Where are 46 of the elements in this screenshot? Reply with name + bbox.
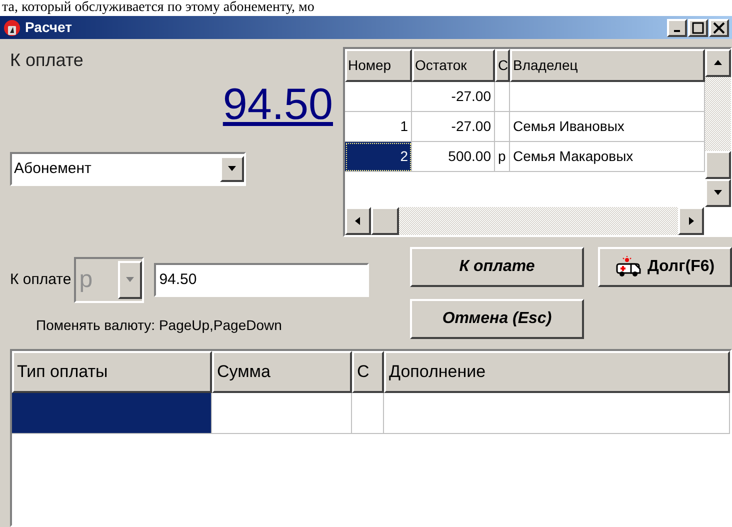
payment-type-dropdown[interactable]: Абонемент [10, 152, 246, 186]
amount-field[interactable]: 94.50 [154, 263, 370, 297]
table-cell [495, 82, 510, 112]
amount-label: К оплате [10, 49, 84, 72]
close-icon [713, 22, 725, 34]
column-header[interactable]: С [352, 351, 384, 393]
document-text: та, который обслуживается по этому абонементу, мо [1, 0, 316, 16]
column-header[interactable]: Остаток [412, 49, 495, 82]
currency-hint: Поменять валюту: PageUp,PageDown [36, 316, 282, 335]
table-cell: 500.00 [412, 142, 495, 172]
arrow-icon [713, 58, 723, 68]
table-cell: -27.00 [412, 112, 495, 142]
debt-button[interactable]: Долг(F6) [598, 247, 732, 287]
close-button[interactable] [709, 18, 729, 36]
scroll-button[interactable] [345, 207, 371, 235]
pay-button[interactable]: К оплате [410, 247, 584, 287]
table-cell: 2 [345, 142, 412, 172]
column-header[interactable]: Номер [345, 49, 412, 82]
payment-label: К оплате [10, 270, 72, 290]
table-cell: -27.00 [412, 82, 495, 112]
ambulance-icon [615, 256, 644, 278]
scroll-thumb[interactable] [371, 207, 399, 235]
minimize-icon [674, 30, 680, 32]
scroll-button[interactable] [678, 207, 704, 235]
maximize-button[interactable] [688, 18, 708, 36]
table-cell: Семья Макаровых [510, 142, 705, 172]
column-header[interactable]: С [495, 49, 510, 82]
table-cell: Семья Ивановых [510, 112, 705, 142]
window-title: Расчет [25, 18, 72, 37]
scroll-button[interactable] [705, 49, 731, 77]
maximize-icon [692, 22, 704, 34]
arrow-icon [686, 216, 696, 226]
column-header[interactable]: Сумма [212, 351, 352, 393]
table-cell: р [495, 142, 510, 172]
cancel-button[interactable]: Отмена (Esc) [410, 299, 584, 339]
scroll-button[interactable] [705, 179, 731, 207]
arrow-icon [353, 216, 363, 226]
column-header[interactable]: Владелец [510, 49, 705, 82]
column-header[interactable]: Дополнение [384, 351, 730, 393]
column-header[interactable]: Тип оплаты [12, 351, 212, 393]
minimize-button[interactable] [667, 18, 687, 36]
amount-due: 94.50 [222, 80, 333, 130]
scroll-thumb[interactable] [705, 151, 731, 179]
app-icon [3, 18, 21, 36]
table-cell [495, 112, 510, 142]
table-cell: 1 [345, 112, 412, 142]
